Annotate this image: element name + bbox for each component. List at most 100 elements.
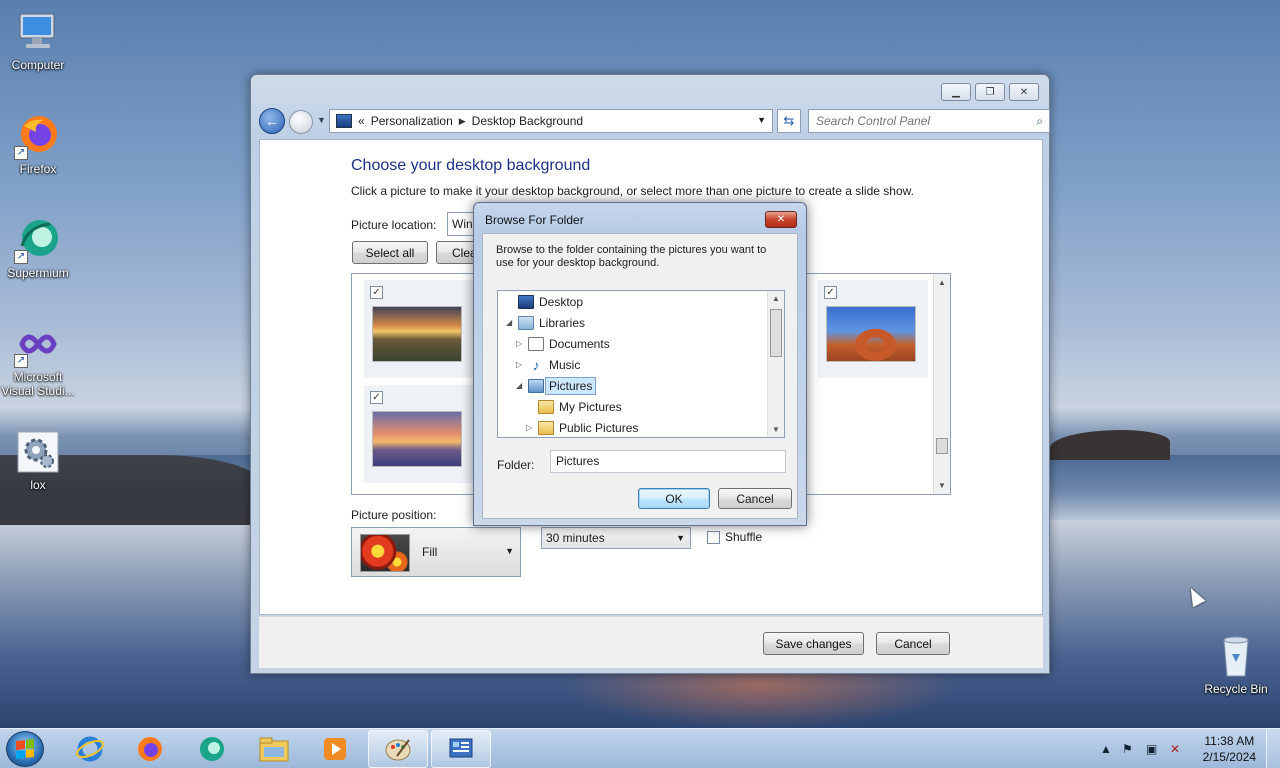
wallpaper-thumbnail[interactable]: ✓: [364, 280, 474, 378]
desktop-icon-visual-studio[interactable]: ↗ Microsoft Visual Studi...: [0, 320, 76, 398]
dialog-body: Browse to the folder containing the pict…: [482, 233, 798, 519]
scrollbar-thumb[interactable]: [770, 309, 782, 357]
music-icon: ♪: [532, 356, 540, 373]
desktop-icon-computer[interactable]: Computer: [0, 8, 76, 72]
tree-item-public-pictures[interactable]: ▷ Public Pictures: [526, 417, 639, 437]
picture-position-select[interactable]: Fill ▼: [351, 527, 521, 577]
dialog-cancel-button[interactable]: Cancel: [718, 488, 792, 509]
action-center-flag-icon[interactable]: ⚑: [1122, 742, 1133, 756]
search-icon[interactable]: ⌕: [1036, 114, 1043, 129]
footer-bar: Save changes Cancel: [259, 616, 1043, 668]
close-button[interactable]: ✕: [1009, 83, 1039, 101]
desktop-icon-label: Supermium: [7, 266, 69, 280]
back-button[interactable]: ←: [259, 108, 285, 134]
checkbox-checked-icon[interactable]: ✓: [824, 286, 837, 299]
dialog-close-button[interactable]: ✕: [765, 211, 797, 228]
address-dropdown-icon[interactable]: ▼: [757, 115, 766, 125]
expand-icon[interactable]: ▷: [526, 423, 536, 432]
tree-item-label: Public Pictures: [559, 420, 639, 435]
desktop-icon-lox[interactable]: lox: [0, 428, 76, 492]
network-icon[interactable]: ▣: [1146, 742, 1157, 756]
address-overflow[interactable]: «: [358, 114, 365, 128]
breadcrumb-personalization[interactable]: Personalization: [371, 114, 453, 128]
checkbox-checked-icon[interactable]: ✓: [370, 391, 383, 404]
desktop-icon-recycle-bin[interactable]: Recycle Bin: [1198, 632, 1274, 696]
save-changes-button[interactable]: Save changes: [763, 632, 864, 655]
gallery-scrollbar[interactable]: ▲ ▼: [933, 274, 950, 494]
folder-icon: [538, 420, 554, 435]
tree-scrollbar[interactable]: ▲ ▼: [767, 291, 784, 437]
tree-item-my-pictures[interactable]: My Pictures: [526, 396, 622, 417]
select-all-button[interactable]: Select all: [352, 241, 428, 264]
taskbar-media-player[interactable]: [305, 730, 365, 768]
tree-item-libraries[interactable]: ◢ Libraries: [506, 312, 585, 333]
libraries-icon: [518, 315, 534, 330]
recent-pages-dropdown[interactable]: ▼: [317, 115, 326, 125]
desktop-icon-supermium[interactable]: ↗ Supermium: [0, 216, 76, 280]
ok-button[interactable]: OK: [638, 488, 710, 509]
search-input[interactable]: [809, 110, 1019, 132]
show-desktop-button[interactable]: [1266, 729, 1280, 768]
maximize-button[interactable]: ❐: [975, 83, 1005, 101]
clock[interactable]: 11:38 AM 2/15/2024: [1203, 733, 1256, 765]
address-bar[interactable]: « Personalization ▶ Desktop Background ▼: [329, 109, 773, 133]
pictures-icon: [528, 378, 544, 393]
tree-item-label: Pictures: [545, 376, 597, 395]
computer-icon: [14, 8, 62, 56]
change-interval-select[interactable]: 30 minutes ▼: [541, 527, 691, 549]
refresh-button[interactable]: ⇆: [777, 109, 801, 133]
wallpaper-thumbnail[interactable]: ✓: [818, 280, 928, 378]
caption-buttons: ▁ ❐ ✕: [941, 83, 1039, 101]
documents-icon: [528, 336, 544, 351]
breadcrumb-separator-icon[interactable]: ▶: [459, 116, 466, 127]
desktop-icon-firefox[interactable]: ↗ Firefox: [0, 112, 76, 176]
forward-button[interactable]: [289, 110, 313, 134]
breadcrumb-desktop-background[interactable]: Desktop Background: [472, 114, 583, 128]
firefox-icon: ↗: [14, 112, 62, 160]
minimize-button[interactable]: ▁: [941, 83, 971, 101]
search-box[interactable]: ⌕: [808, 109, 1050, 133]
close-icon: ✕: [1019, 86, 1029, 98]
scrollbar-thumb[interactable]: [936, 438, 948, 454]
tree-item-pictures[interactable]: ◢ Pictures: [516, 375, 597, 396]
tree-item-label: Libraries: [539, 315, 586, 330]
visual-studio-icon: ↗: [14, 320, 62, 368]
checkbox-checked-icon[interactable]: ✓: [370, 286, 383, 299]
folder-icon: [538, 399, 554, 414]
show-hidden-icons-icon[interactable]: ▲: [1100, 742, 1112, 756]
windows-logo-icon: [16, 739, 34, 759]
scroll-down-icon[interactable]: ▼: [938, 481, 946, 490]
minimize-icon: ▁: [952, 86, 960, 98]
shuffle-label[interactable]: Shuffle: [725, 530, 762, 544]
taskbar-control-panel[interactable]: [431, 730, 491, 768]
taskbar-firefox[interactable]: [120, 730, 180, 768]
tree-item-label: Desktop: [539, 294, 584, 309]
browse-folder-dialog: Browse For Folder ✕ Browse to the folder…: [473, 202, 807, 526]
collapse-icon[interactable]: ◢: [516, 381, 526, 390]
expand-icon[interactable]: ▷: [516, 360, 526, 369]
taskbar-internet-explorer[interactable]: [60, 730, 120, 768]
chevron-down-icon: ▼: [676, 533, 685, 543]
cancel-button[interactable]: Cancel: [876, 632, 950, 655]
settings-gear-icon: [14, 428, 62, 476]
collapse-icon[interactable]: ◢: [506, 318, 516, 327]
scroll-up-icon[interactable]: ▲: [772, 294, 780, 303]
refresh-icon: ⇆: [783, 113, 795, 128]
tree-item-desktop[interactable]: Desktop: [506, 291, 583, 312]
wallpaper-thumbnail[interactable]: ✓: [364, 385, 474, 483]
internet-explorer-icon: [76, 736, 104, 762]
shuffle-checkbox[interactable]: [707, 531, 720, 544]
folder-field[interactable]: Pictures: [550, 450, 786, 473]
tree-item-documents[interactable]: ▷ Documents: [516, 333, 610, 354]
taskbar-file-explorer[interactable]: [244, 730, 304, 768]
expand-icon[interactable]: ▷: [516, 339, 526, 348]
taskbar-supermium[interactable]: [182, 730, 242, 768]
supermium-icon: ↗: [14, 216, 62, 264]
start-button[interactable]: [6, 731, 44, 767]
tree-item-music[interactable]: ▷ ♪ Music: [516, 354, 580, 375]
scroll-down-icon[interactable]: ▼: [772, 425, 780, 434]
taskbar-paint[interactable]: [368, 730, 428, 768]
volume-muted-icon[interactable]: ✕: [1170, 742, 1180, 756]
scroll-up-icon[interactable]: ▲: [938, 278, 946, 287]
tree-item-label: My Pictures: [559, 399, 622, 414]
